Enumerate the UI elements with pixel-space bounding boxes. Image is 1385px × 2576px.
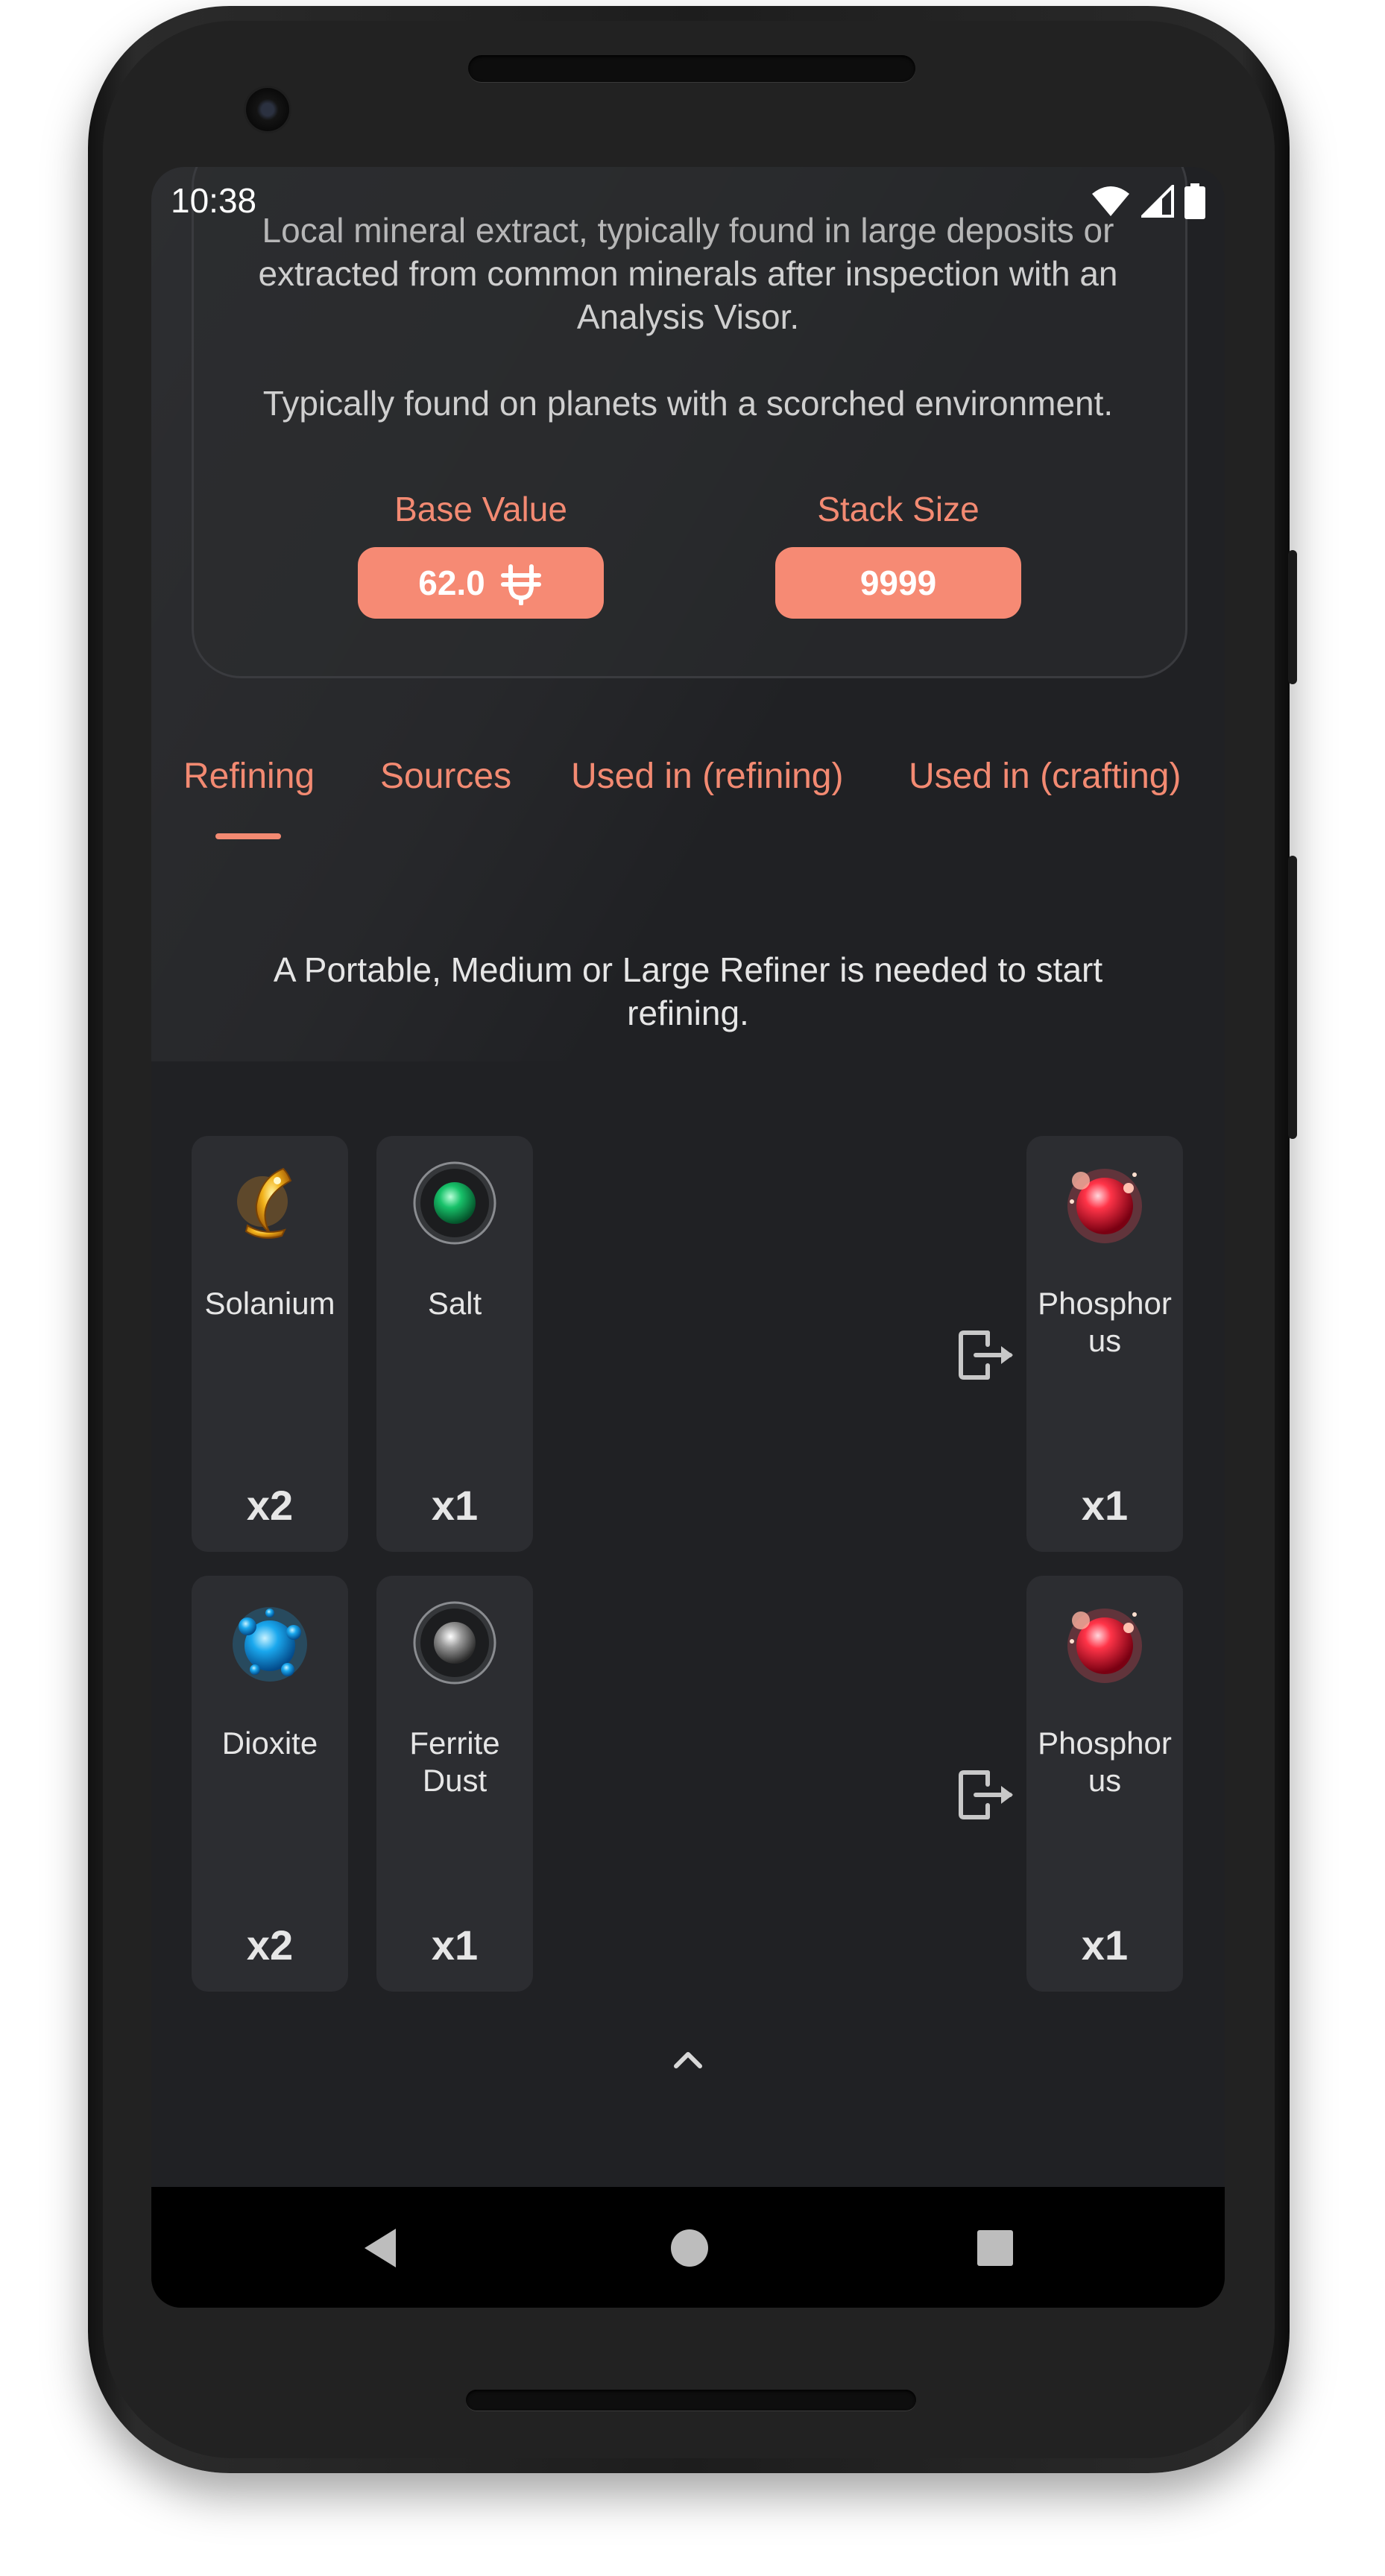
volume-button (1288, 856, 1297, 1139)
input-quantity: x2 (246, 1922, 294, 1969)
phosphorus-icon (1067, 1609, 1142, 1683)
home-icon[interactable] (658, 2217, 721, 2279)
description-line: Analysis Visor. (576, 297, 800, 336)
input-quantity: x1 (431, 1482, 479, 1529)
tab-sources[interactable]: Sources (380, 756, 511, 797)
status-bar: 10:38 (151, 167, 1225, 233)
base-value: 62.0 (418, 564, 485, 602)
units-currency-icon (500, 564, 541, 605)
refiner-note: A Portable, Medium or Large Refiner is n… (241, 948, 1135, 1035)
stack-size-label: Stack Size (817, 490, 979, 528)
recipe-output-tile[interactable]: Phosphor us x1 (1026, 1576, 1183, 1992)
solanium-icon (237, 1167, 292, 1239)
output-quantity: x1 (1081, 1922, 1129, 1969)
wifi-icon (1092, 186, 1129, 216)
front-camera (246, 88, 289, 131)
battery-icon (1184, 183, 1205, 219)
input-name: Salt (427, 1286, 482, 1321)
refiner-note-line: A Portable, Medium or Large Refiner is n… (273, 950, 1103, 989)
input-name-line: Ferrite (409, 1726, 500, 1761)
tab-used-in-crafting[interactable]: Used in (crafting) (909, 756, 1181, 797)
signal-icon (1141, 185, 1174, 218)
output-name-line: us (1088, 1323, 1122, 1358)
output-arrow-icon (959, 1770, 1013, 1819)
bottom-speaker (466, 2390, 916, 2411)
output-name: Phosphor us (1026, 1725, 1183, 1799)
stack-size: 9999 (859, 564, 937, 602)
output-name-line: us (1088, 1763, 1122, 1798)
output-quantity: x1 (1081, 1482, 1129, 1529)
input-name: Solanium (204, 1286, 335, 1321)
salt-icon (413, 1161, 496, 1245)
navigation-bar (151, 2187, 1225, 2308)
recipe-input-tile[interactable]: Solanium x2 (192, 1136, 348, 1552)
tab-used-in-refining[interactable]: Used in (refining) (571, 756, 843, 797)
base-value-label: Base Value (394, 490, 567, 528)
description-line: extracted from common minerals after ins… (258, 254, 1118, 293)
recipe-input-tile[interactable]: Salt x1 (376, 1136, 533, 1552)
tab-refining[interactable]: Refining (183, 756, 315, 797)
output-arrow-icon (959, 1330, 1013, 1380)
output-name-line: Phosphor (1038, 1726, 1172, 1761)
back-icon[interactable] (351, 2217, 414, 2279)
earpiece-speaker (468, 55, 915, 82)
input-quantity: x2 (246, 1482, 294, 1529)
input-quantity: x1 (431, 1922, 479, 1969)
stack-size-pill: 9999 (775, 547, 1021, 619)
recipe-output-tile[interactable]: Phosphor us x1 (1026, 1136, 1183, 1552)
tab-indicator (215, 833, 281, 839)
ferrite-dust-icon (413, 1601, 496, 1685)
phosphorus-icon (1067, 1169, 1142, 1243)
input-name: Dioxite (221, 1726, 318, 1761)
status-icons (1091, 183, 1205, 219)
output-name: Phosphor us (1026, 1285, 1183, 1360)
power-button (1288, 550, 1297, 684)
status-time: 10:38 (171, 181, 257, 220)
input-name: Ferrite Dust (376, 1725, 533, 1799)
output-name-line: Phosphor (1038, 1286, 1172, 1321)
recipe-input-tile[interactable]: Ferrite Dust x1 (376, 1576, 533, 1992)
dioxite-icon (233, 1607, 307, 1682)
recents-icon[interactable] (964, 2217, 1026, 2279)
refiner-note-line: refining. (627, 994, 749, 1032)
input-name-line: Dust (422, 1763, 488, 1798)
recipe-input-tile[interactable]: Dioxite x2 (192, 1576, 348, 1992)
base-value-pill: 62.0 (358, 547, 604, 619)
chevron-up-icon[interactable] (666, 2038, 710, 2083)
environment-text: Typically found on planets with a scorch… (262, 384, 1114, 423)
app-screen: 10:38 Local mineral extract, typically f… (151, 167, 1225, 2308)
